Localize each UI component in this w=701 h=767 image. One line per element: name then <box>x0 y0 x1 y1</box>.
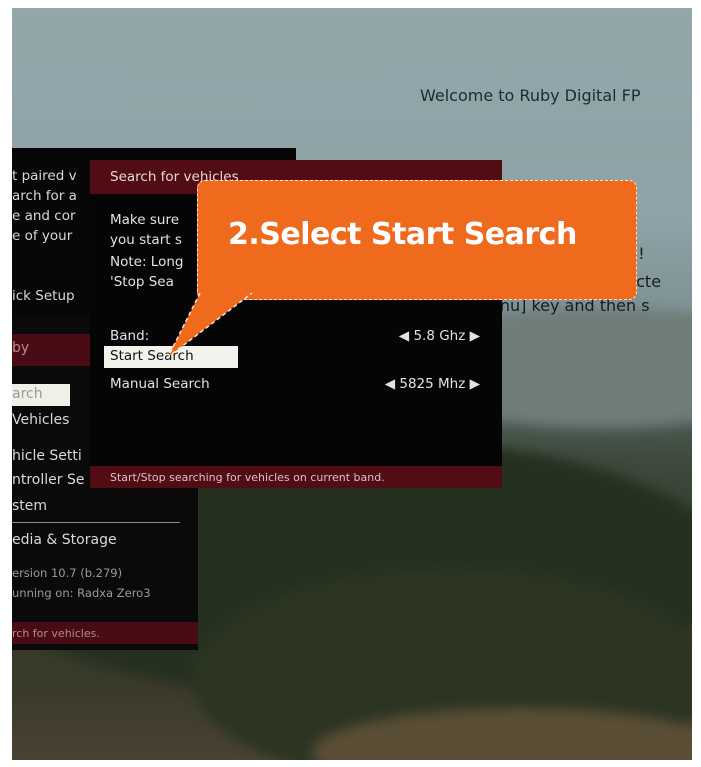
dialog-description: you start s <box>110 232 182 248</box>
main-menu-footer-text: rch for vehicles. <box>12 627 100 640</box>
instruction-callout: 2.Select Start Search <box>197 180 637 300</box>
quick-setup-item[interactable]: ick Setup <box>12 288 75 304</box>
search-dialog-footer: Start/Stop searching for vehicles on cur… <box>90 466 502 488</box>
app-screen: Welcome to Ruby Digital FP red! electe e… <box>12 8 692 760</box>
running-on-text: unning on: Radxa Zero3 <box>12 586 151 600</box>
version-text: ersion 10.7 (b.279) <box>12 566 123 580</box>
dialog-note: Note: Long <box>110 254 184 270</box>
menu-item-vehicle-settings[interactable]: hicle Setti <box>12 448 82 464</box>
menu-item-controller-settings[interactable]: ntroller Se <box>12 472 84 488</box>
manual-search-item[interactable]: Manual Search <box>110 376 210 392</box>
band-label: Band: <box>110 328 150 344</box>
menu-item-system[interactable]: stem <box>12 498 47 514</box>
search-dialog-footer-text: Start/Stop searching for vehicles on cur… <box>110 471 385 484</box>
callout-text: 2.Select Start Search <box>228 217 577 252</box>
menu-item-media-storage[interactable]: edia & Storage <box>12 532 117 548</box>
paired-line: e and cor <box>12 208 76 224</box>
main-menu-title: by <box>12 340 30 356</box>
frequency-selector[interactable]: ◀ 5825 Mhz ▶ <box>385 376 480 392</box>
menu-divider <box>12 522 180 523</box>
paired-line: t paired v <box>12 168 77 184</box>
callout-pointer-icon <box>167 293 253 358</box>
paired-line: arch for a <box>12 188 77 204</box>
menu-item-vehicles[interactable]: Vehicles <box>12 412 69 428</box>
welcome-text: Welcome to Ruby Digital FP <box>420 86 641 105</box>
main-menu-footer: rch for vehicles. <box>12 622 198 644</box>
menu-item-search[interactable]: arch <box>12 384 70 406</box>
dialog-note: 'Stop Sea <box>110 274 174 290</box>
dialog-description: Make sure <box>110 212 180 228</box>
band-selector[interactable]: ◀ 5.8 Ghz ▶ <box>399 328 480 344</box>
menu-item-label: arch <box>12 386 43 402</box>
paired-line: e of your <box>12 228 73 244</box>
